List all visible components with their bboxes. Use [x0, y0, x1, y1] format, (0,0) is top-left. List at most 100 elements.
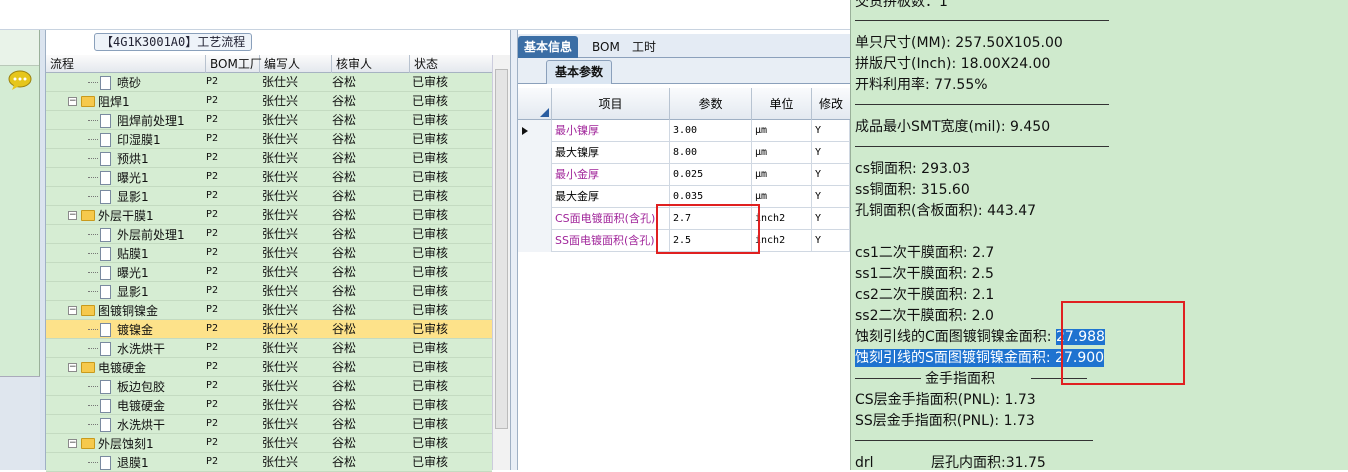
tree-row[interactable]: 显影1 P2 张仕兴 谷松 已审核: [46, 282, 492, 301]
divider: [855, 440, 1093, 441]
tree-row[interactable]: 喷砂 P2 张仕兴 谷松 已审核: [46, 73, 492, 92]
tree-row[interactable]: − 电镀硬金 P2 张仕兴 谷松 已审核: [46, 358, 492, 377]
splitter-middle[interactable]: [510, 30, 518, 470]
tree-row[interactable]: 阻焊前处理1 P2 张仕兴 谷松 已审核: [46, 111, 492, 130]
row-indicator[interactable]: [518, 186, 552, 208]
param-row[interactable]: 最大镍厚 8.00 μm Y: [518, 142, 850, 164]
tree-cell-writer: 张仕兴: [262, 113, 299, 127]
tree-cell-status: 已审核: [412, 303, 449, 317]
tree-cell-bom-factory: P2: [206, 95, 219, 106]
tree-row[interactable]: 板边包胶 P2 张仕兴 谷松 已审核: [46, 377, 492, 396]
col-header-item[interactable]: 项目: [552, 88, 670, 120]
tree-row[interactable]: 退膜1 P2 张仕兴 谷松 已审核: [46, 453, 492, 472]
tab-basic-info[interactable]: 基本信息: [518, 36, 579, 58]
tree-connector: [88, 120, 98, 121]
tree-cell-status: 已审核: [412, 75, 449, 89]
col-header-writer[interactable]: 编写人: [260, 55, 332, 73]
document-icon: [100, 189, 111, 204]
tree-cell-writer: 张仕兴: [262, 265, 299, 279]
param-row[interactable]: 最小金厚 0.025 μm Y: [518, 164, 850, 186]
row-indicator[interactable]: [518, 208, 552, 230]
col-header-status[interactable]: 状态: [410, 55, 492, 73]
tab-basic-params[interactable]: 基本参数: [546, 60, 613, 84]
param-item: 最大金厚: [552, 186, 670, 208]
tree-row[interactable]: 电镀硬金 P2 张仕兴 谷松 已审核: [46, 396, 492, 415]
param-row[interactable]: 最小镍厚 3.00 μm Y: [518, 120, 850, 142]
row-indicator[interactable]: [518, 120, 552, 142]
row-indicator[interactable]: [518, 164, 552, 186]
tree-cell-status: 已审核: [412, 227, 449, 241]
col-header-param[interactable]: 参数: [670, 88, 752, 120]
tree-cell-bom-factory: P2: [206, 456, 219, 467]
col-header-modify[interactable]: 修改: [812, 88, 850, 120]
tree-row[interactable]: − 外层蚀刻1 P2 张仕兴 谷松 已审核: [46, 434, 492, 453]
tree-cell-status: 已审核: [412, 113, 449, 127]
collapse-toggle-icon[interactable]: −: [68, 97, 77, 106]
tree-row[interactable]: 水洗烘干 P2 张仕兴 谷松 已审核: [46, 339, 492, 358]
tree-row-name: 退膜1: [117, 455, 149, 470]
process-tree-grid: 【4G1K3001A0】工艺流程 流程 BOM工厂 编写人 核审人 状态 喷砂 P…: [46, 30, 510, 472]
collapse-toggle-icon[interactable]: −: [68, 363, 77, 372]
tree-scrollbar-thumb[interactable]: [495, 69, 508, 429]
tree-cell-bom-factory: P2: [206, 285, 219, 296]
tree-row[interactable]: − 外层干膜1 P2 张仕兴 谷松 已审核: [46, 206, 492, 225]
tree-row-name: 预烘1: [117, 151, 149, 166]
tree-cell-reviewer: 谷松: [332, 360, 357, 374]
note-ss2-dryfilm: ss2二次干膜面积: 2.0: [855, 308, 994, 324]
detail-tabs: 基本信息 BOM 工时: [518, 34, 850, 58]
tree-cell-writer: 张仕兴: [262, 303, 299, 317]
tree-row[interactable]: 印湿膜1 P2 张仕兴 谷松 已审核: [46, 130, 492, 149]
tree-cell-reviewer: 谷松: [332, 132, 357, 146]
tree-row[interactable]: 外层前处理1 P2 张仕兴 谷松 已审核: [46, 225, 492, 244]
folder-icon: [81, 96, 95, 107]
tree-row[interactable]: 预烘1 P2 张仕兴 谷松 已审核: [46, 149, 492, 168]
tree-row[interactable]: 曝光1 P2 张仕兴 谷松 已审核: [46, 168, 492, 187]
col-header-bom-factory[interactable]: BOM工厂: [206, 55, 262, 73]
tree-row-name: 印湿膜1: [117, 132, 161, 147]
tree-cell-writer: 张仕兴: [262, 455, 299, 469]
row-indicator[interactable]: [518, 142, 552, 164]
tree-cell-bom-factory: P2: [206, 418, 219, 429]
tree-header: 流程 BOM工厂 编写人 核审人 状态: [46, 55, 492, 73]
tree-cell-status: 已审核: [412, 246, 449, 260]
tree-connector: [88, 424, 98, 425]
tree-cell-bom-factory: P2: [206, 228, 219, 239]
tree-cell-reviewer: 谷松: [332, 113, 357, 127]
document-icon: [100, 417, 111, 432]
tab-work-hours[interactable]: 工时: [626, 36, 662, 58]
tree-row[interactable]: 水洗烘干 P2 张仕兴 谷松 已审核: [46, 415, 492, 434]
tree-row[interactable]: − 阻焊1 P2 张仕兴 谷松 已审核: [46, 92, 492, 111]
sub-tabs: 基本参数: [518, 58, 850, 84]
tree-row[interactable]: 贴膜1 P2 张仕兴 谷松 已审核: [46, 244, 492, 263]
param-value[interactable]: 3.00: [670, 120, 752, 142]
collapse-toggle-icon[interactable]: −: [68, 211, 77, 220]
tree-scrollbar[interactable]: [492, 55, 510, 470]
param-value[interactable]: 0.025: [670, 164, 752, 186]
corner-triangle-icon: [540, 108, 549, 117]
row-indicator[interactable]: [518, 230, 552, 252]
note-cs-gold-finger: CS层金手指面积(PNL): 1.73: [855, 392, 1036, 408]
note-gold-finger-heading: 金手指面积: [925, 371, 995, 387]
tree-row-name: 板边包胶: [117, 379, 166, 394]
col-header-reviewer[interactable]: 核审人: [332, 55, 410, 73]
tree-cell-reviewer: 谷松: [332, 246, 357, 260]
tree-cell-reviewer: 谷松: [332, 94, 357, 108]
params-grid-header: 项目 参数 单位 修改: [518, 88, 850, 120]
collapse-toggle-icon[interactable]: −: [68, 306, 77, 315]
param-item: 最小金厚: [552, 164, 670, 186]
tree-row[interactable]: − 图镀铜镍金 P2 张仕兴 谷松 已审核: [46, 301, 492, 320]
tree-row[interactable]: 显影1 P2 张仕兴 谷松 已审核: [46, 187, 492, 206]
param-value[interactable]: 8.00: [670, 142, 752, 164]
tree-cell-writer: 张仕兴: [262, 398, 299, 412]
collapse-toggle-icon[interactable]: −: [68, 439, 77, 448]
tree-cell-bom-factory: P2: [206, 266, 219, 277]
tree-row[interactable]: 镀镍金 P2 张仕兴 谷松 已审核: [46, 320, 492, 339]
col-header-process[interactable]: 流程: [46, 55, 206, 73]
tree-row[interactable]: 曝光1 P2 张仕兴 谷松 已审核: [46, 263, 492, 282]
document-icon: [100, 455, 111, 470]
tab-bom[interactable]: BOM: [586, 36, 626, 58]
chat-bubble-icon[interactable]: [8, 70, 32, 90]
col-header-unit[interactable]: 单位: [752, 88, 812, 120]
document-icon: [100, 132, 111, 147]
tree-row-name: 电镀硬金: [98, 360, 147, 375]
